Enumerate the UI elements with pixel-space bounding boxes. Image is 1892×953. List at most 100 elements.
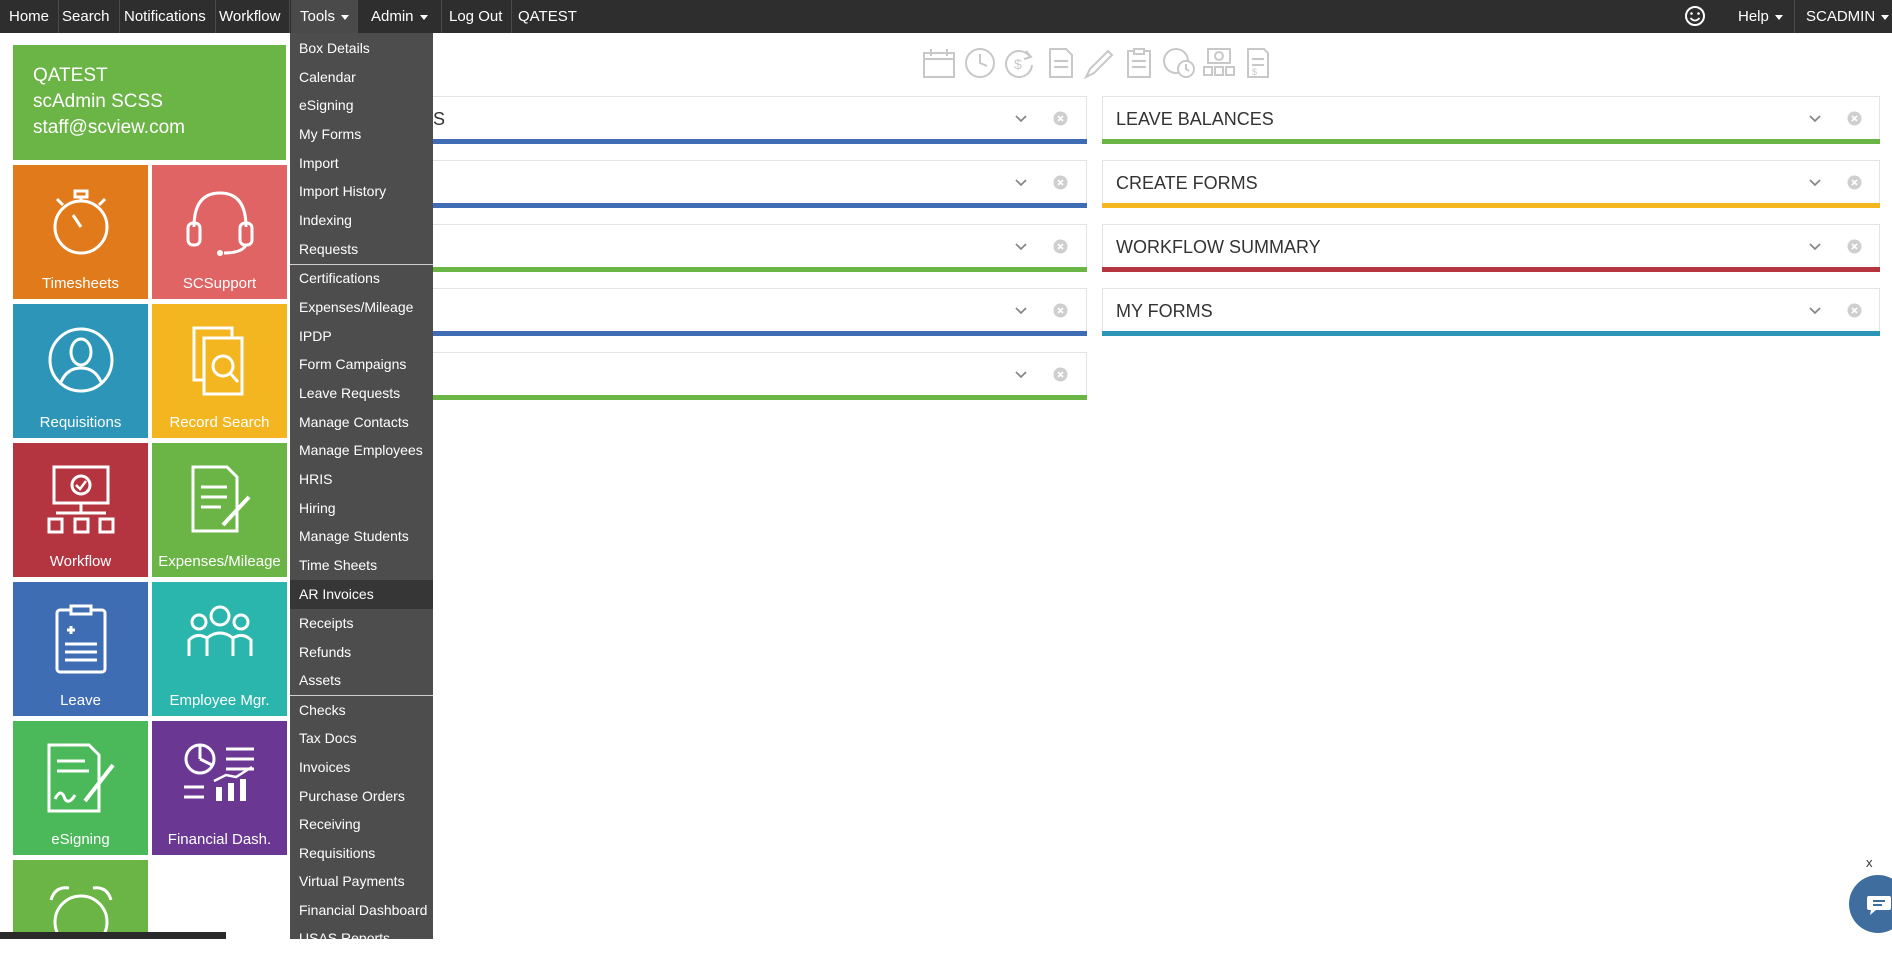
- chevron-down-icon[interactable]: [1808, 304, 1822, 318]
- tile-leave[interactable]: Leave: [13, 582, 148, 716]
- widget-panel: S: [430, 96, 1087, 144]
- tile-esigning[interactable]: eSigning: [13, 721, 148, 855]
- nav-logout-label: Log Out: [449, 8, 503, 25]
- menu-item-my-forms[interactable]: My Forms: [290, 120, 433, 149]
- menu-item-hris[interactable]: HRIS: [290, 465, 433, 494]
- svg-text:$: $: [1014, 56, 1022, 72]
- widget-title: LEAVE BALANCES: [1116, 109, 1274, 129]
- cash-register-icon[interactable]: [1202, 47, 1236, 79]
- clock-icon[interactable]: [963, 47, 997, 79]
- menu-item-expenses-mileage[interactable]: Expenses/Mileage: [290, 293, 433, 322]
- menu-item-requisitions[interactable]: Requisitions: [290, 839, 433, 868]
- tile-financial-dash[interactable]: Financial Dash.: [152, 721, 287, 855]
- menu-item-manage-employees[interactable]: Manage Employees: [290, 436, 433, 465]
- menu-item-refunds[interactable]: Refunds: [290, 638, 433, 667]
- headset-icon: [186, 191, 253, 256]
- close-icon[interactable]: [1847, 111, 1862, 126]
- receipt-icon[interactable]: $: [1242, 47, 1272, 79]
- menu-item-time-sheets[interactable]: Time Sheets: [290, 551, 433, 580]
- tile-label: Expenses/Mileage: [158, 553, 281, 570]
- tile-alarm[interactable]: [13, 860, 148, 942]
- close-icon[interactable]: [1053, 367, 1068, 382]
- tile-employee-mgr[interactable]: Employee Mgr.: [152, 582, 287, 716]
- nav-home[interactable]: Home: [0, 0, 60, 33]
- signature-icon: [47, 743, 115, 813]
- menu-item-hiring[interactable]: Hiring: [290, 494, 433, 523]
- tile-label: SCSupport: [182, 275, 257, 292]
- menu-item-invoices[interactable]: Invoices: [290, 753, 433, 782]
- menu-item-leave-requests[interactable]: Leave Requests: [290, 379, 433, 408]
- user-clock-icon[interactable]: [1162, 47, 1196, 79]
- menu-item-receipts[interactable]: Receipts: [290, 609, 433, 638]
- chat-launcher-button[interactable]: [1849, 875, 1892, 933]
- tile-record-search[interactable]: Record Search: [152, 304, 287, 438]
- calendar-icon[interactable]: [922, 47, 956, 79]
- people-icon: [187, 605, 252, 656]
- menu-item-form-campaigns[interactable]: Form Campaigns: [290, 350, 433, 379]
- chart-icon: [183, 743, 254, 801]
- menu-item-purchase-orders[interactable]: Purchase Orders: [290, 782, 433, 811]
- menu-item-ipdp[interactable]: IPDP: [290, 322, 433, 351]
- menu-item-virtual-payments[interactable]: Virtual Payments: [290, 867, 433, 896]
- menu-item-import[interactable]: Import: [290, 149, 433, 178]
- nav-admin[interactable]: Admin: [362, 0, 442, 33]
- menu-item-financial-dashboard[interactable]: Financial Dashboard: [290, 896, 433, 925]
- close-icon[interactable]: [1053, 175, 1068, 190]
- chevron-down-icon[interactable]: [1808, 240, 1822, 254]
- caret-down-icon: [419, 14, 428, 20]
- nav-logout[interactable]: Log Out: [440, 0, 513, 33]
- menu-item-calendar[interactable]: Calendar: [290, 63, 433, 92]
- nav-search[interactable]: Search: [53, 0, 120, 33]
- menu-item-certifications[interactable]: Certifications: [290, 264, 433, 293]
- tile-timesheets[interactable]: Timesheets: [13, 165, 148, 299]
- smiley-icon[interactable]: [1683, 0, 1707, 33]
- menu-item-manage-contacts[interactable]: Manage Contacts: [290, 408, 433, 437]
- tile-label: Requisitions: [39, 414, 122, 431]
- menu-item-ar-invoices[interactable]: AR Invoices: [290, 580, 433, 609]
- nav-workflow[interactable]: Workflow: [210, 0, 291, 33]
- close-icon[interactable]: [1847, 303, 1862, 318]
- close-icon[interactable]: [1847, 239, 1862, 254]
- menu-item-requests[interactable]: Requests: [290, 235, 433, 264]
- widget-color-bar: [1102, 267, 1880, 272]
- menu-item-box-details[interactable]: Box Details: [290, 34, 433, 63]
- chevron-down-icon[interactable]: [1014, 240, 1028, 254]
- money-cycle-icon[interactable]: $: [1002, 47, 1036, 79]
- caret-down-icon: [341, 14, 350, 20]
- tile-expenses-mileage[interactable]: Expenses/Mileage: [152, 443, 287, 577]
- tile-requisitions[interactable]: Requisitions: [13, 304, 148, 438]
- nav-help[interactable]: Help: [1729, 0, 1795, 33]
- document-icon[interactable]: [1044, 47, 1078, 79]
- user-site: QATEST: [33, 65, 108, 86]
- widget-color-bar: [430, 267, 1087, 272]
- chevron-down-icon[interactable]: [1014, 176, 1028, 190]
- nav-user-menu[interactable]: SCADMIN: [1797, 0, 1892, 33]
- menu-item-checks[interactable]: Checks: [290, 696, 433, 725]
- menu-item-indexing[interactable]: Indexing: [290, 206, 433, 235]
- clipboard-icon: [55, 604, 106, 674]
- chevron-down-icon[interactable]: [1014, 368, 1028, 382]
- menu-item-esigning[interactable]: eSigning: [290, 91, 433, 120]
- menu-item-import-history[interactable]: Import History: [290, 177, 433, 206]
- tile-scsupport[interactable]: SCSupport: [152, 165, 287, 299]
- nav-tools[interactable]: Tools: [291, 0, 358, 33]
- chevron-down-icon[interactable]: [1014, 112, 1028, 126]
- workflow-icon: [47, 465, 114, 534]
- chevron-down-icon[interactable]: [1808, 112, 1822, 126]
- chevron-down-icon[interactable]: [1014, 304, 1028, 318]
- clipboard-check-icon[interactable]: [1122, 47, 1156, 79]
- pencil-icon[interactable]: [1082, 47, 1116, 79]
- chat-close-button[interactable]: x: [1866, 855, 1873, 870]
- close-icon[interactable]: [1053, 239, 1068, 254]
- nav-notifications[interactable]: Notifications: [115, 0, 216, 33]
- menu-item-receiving[interactable]: Receiving: [290, 810, 433, 839]
- close-icon[interactable]: [1053, 111, 1068, 126]
- close-icon[interactable]: [1847, 175, 1862, 190]
- tile-workflow[interactable]: Workflow: [13, 443, 148, 577]
- menu-item-assets[interactable]: Assets: [290, 666, 433, 695]
- chevron-down-icon[interactable]: [1808, 176, 1822, 190]
- menu-item-manage-students[interactable]: Manage Students: [290, 522, 433, 551]
- nav-help-label: Help: [1738, 8, 1769, 25]
- close-icon[interactable]: [1053, 303, 1068, 318]
- menu-item-tax-docs[interactable]: Tax Docs: [290, 724, 433, 753]
